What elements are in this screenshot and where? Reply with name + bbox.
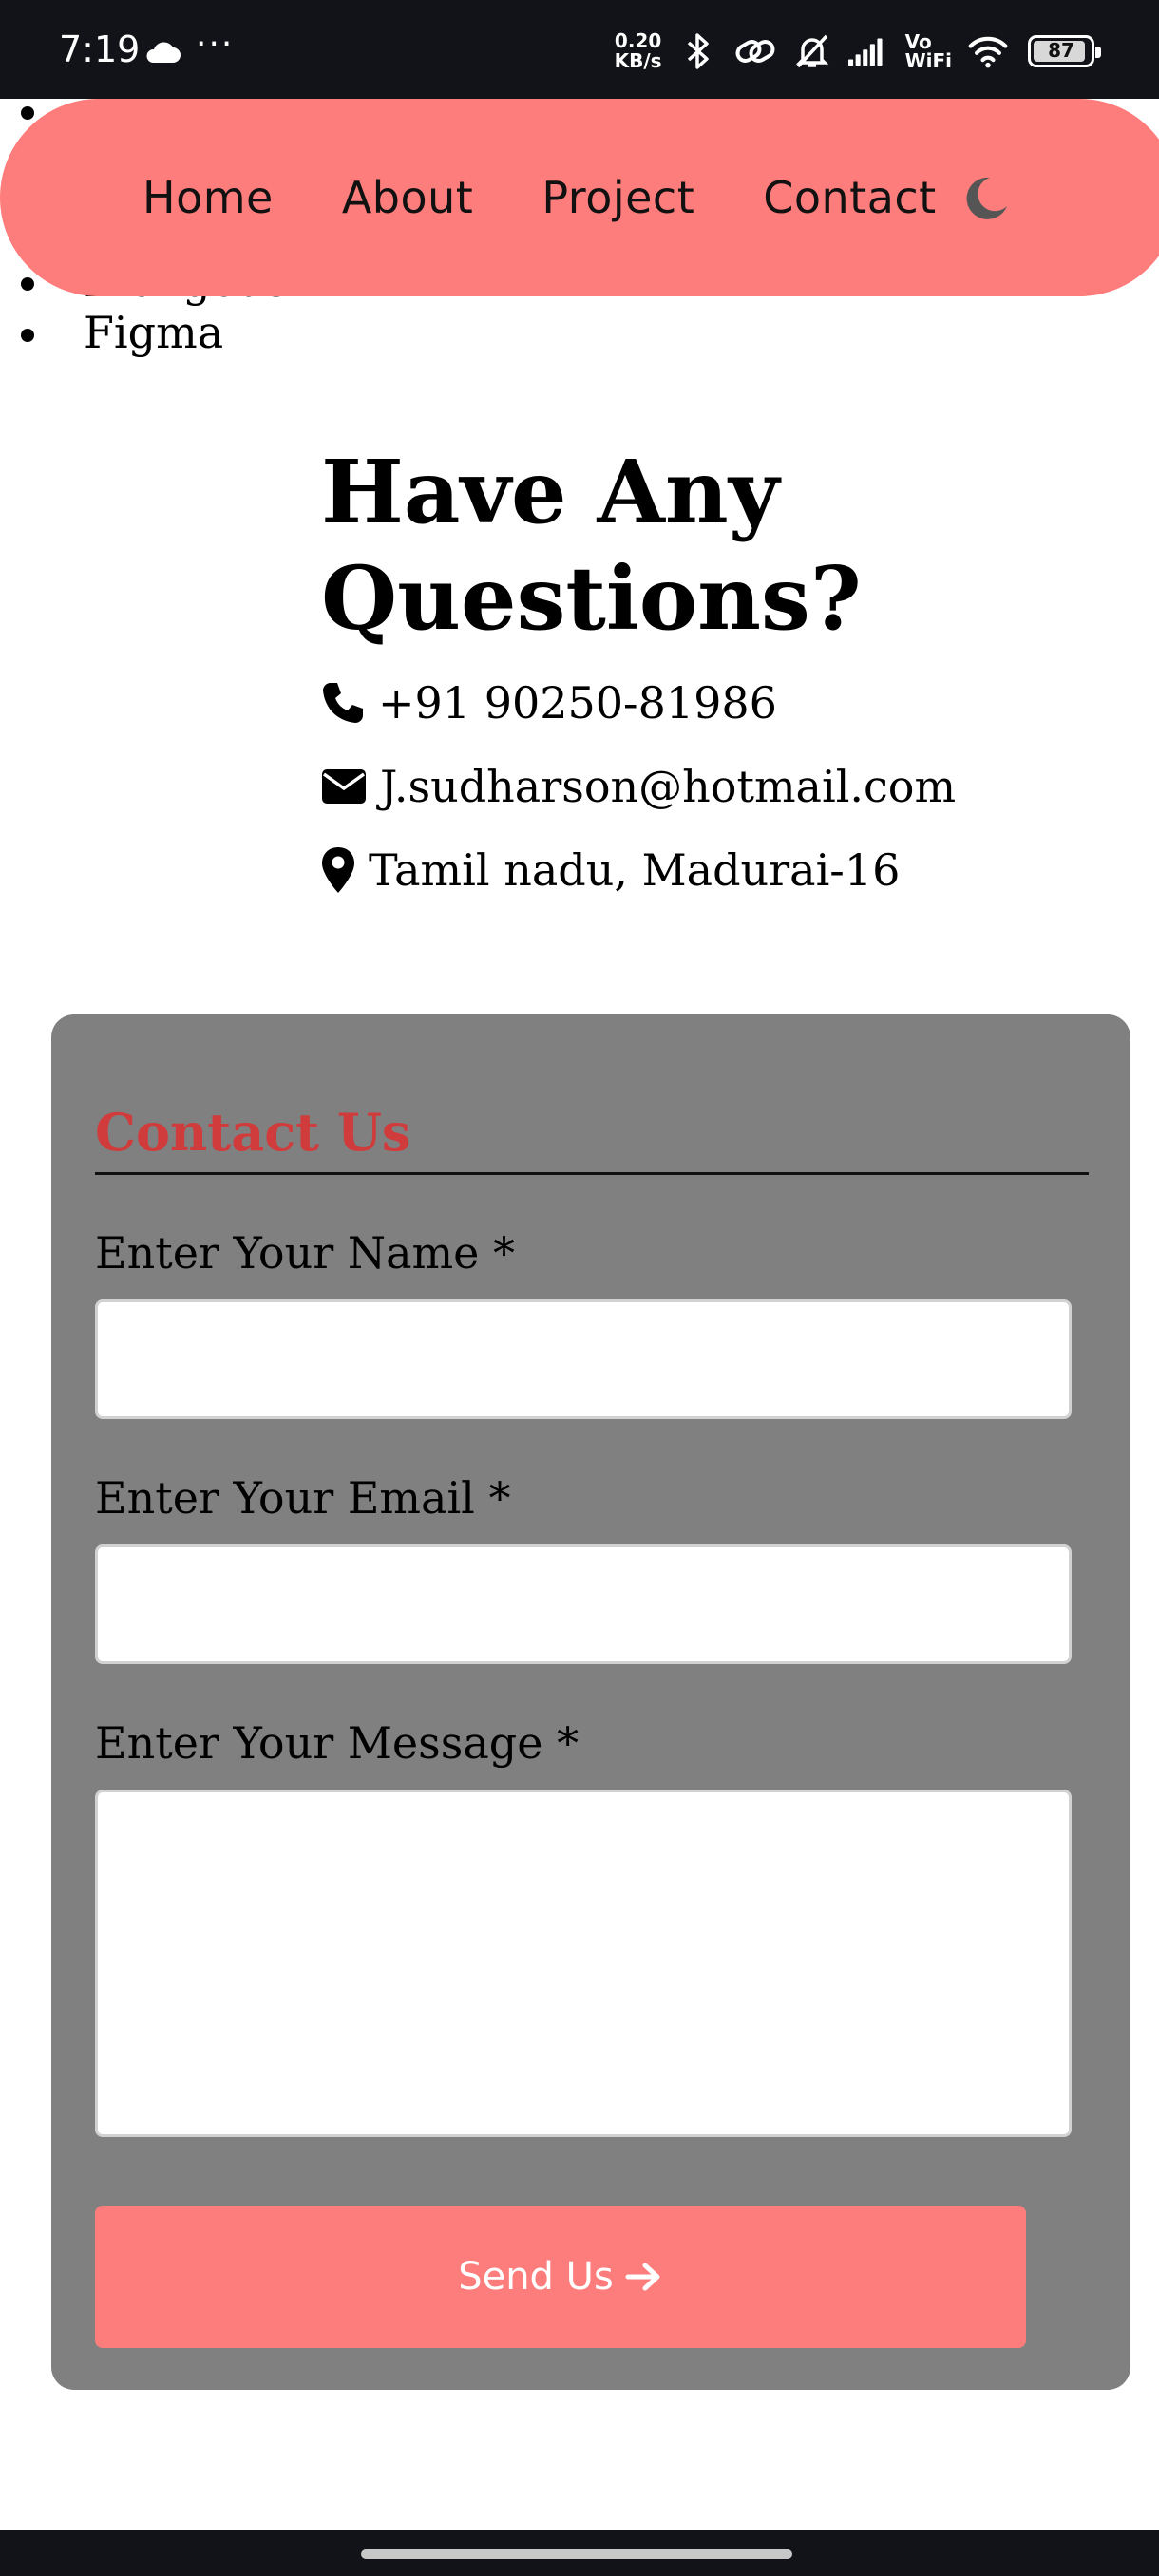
envelope-icon (322, 769, 366, 804)
heading-line-2: Questions? (321, 547, 862, 650)
message-label: Enter Your Message * (95, 1717, 580, 1769)
vowifi-indicator: Vo WiFi (905, 32, 952, 70)
bell-muted-icon (791, 30, 833, 72)
email-row: J.sudharson@hotmail.com (321, 745, 956, 828)
main-nav: Home About Project Contact (0, 99, 1159, 296)
address: Tamil nadu, Madurai-16 (369, 844, 901, 896)
form-title: Contact Us (95, 1102, 411, 1163)
signal-icon (847, 30, 890, 72)
send-button[interactable]: Send Us (95, 2206, 1026, 2348)
nav-project[interactable]: Project (542, 172, 694, 223)
email-address: J.sudharson@hotmail.com (380, 761, 957, 812)
nav-about[interactable]: About (342, 172, 474, 223)
link-icon (734, 30, 776, 72)
system-navigation-bar (0, 2530, 1159, 2576)
status-time: 7:19 (59, 28, 141, 70)
nav-home[interactable]: Home (142, 172, 274, 223)
network-speed-value: 0.20 (614, 29, 662, 52)
address-row: Tamil nadu, Madurai-16 (321, 828, 956, 912)
send-button-label: Send Us (458, 2255, 614, 2299)
email-input[interactable] (95, 1544, 1072, 1664)
battery-level: 87 (1048, 39, 1074, 62)
phone-number: +91 90250-81986 (378, 677, 777, 729)
battery-cap (1095, 47, 1101, 58)
moon-icon[interactable] (961, 174, 1011, 223)
heading-line-1: Have Any (321, 441, 780, 543)
email-label: Enter Your Email * (95, 1472, 511, 1524)
battery-icon: 87 (1028, 35, 1101, 67)
phone-row: +91 90250-81986 (321, 661, 956, 745)
vowifi-top: Vo (904, 30, 932, 53)
vowifi-bottom: WiFi (904, 49, 952, 72)
list-item: Figma (0, 306, 223, 359)
message-textarea[interactable] (95, 1790, 1072, 2137)
phone-icon (323, 683, 363, 723)
cloud-icon (146, 42, 180, 63)
bluetooth-icon (677, 30, 719, 72)
contact-form-card: Contact Us Enter Your Name * Enter Your … (51, 1014, 1130, 2390)
more-notifications-icon: ··· (196, 25, 235, 64)
network-speed-unit: KB/s (614, 49, 662, 72)
page-title: Have Any Questions? (321, 439, 956, 652)
network-speed: 0.20 KB/s (615, 31, 662, 71)
arrow-right-icon (625, 2263, 660, 2291)
name-input[interactable] (95, 1299, 1072, 1419)
wifi-icon (967, 30, 1009, 72)
contact-info: Have Any Questions? +91 90250-81986 J.su… (321, 439, 956, 912)
nav-contact[interactable]: Contact (763, 172, 936, 223)
home-gesture-handle[interactable] (361, 2549, 792, 2559)
name-label: Enter Your Name * (95, 1227, 515, 1279)
title-divider (95, 1172, 1089, 1175)
map-pin-icon (322, 847, 354, 893)
